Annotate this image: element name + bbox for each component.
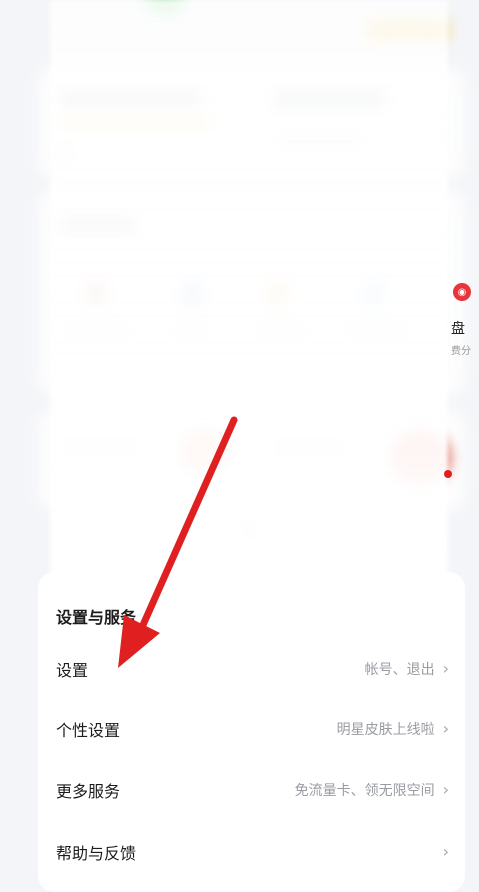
row-more-services[interactable]: 更多服务 免流量卡、领无限空间 › [38,765,465,815]
row-right: › [435,844,449,860]
peek-label: 盘 [451,321,465,337]
red-badge-icon: ◉ [453,283,471,301]
row-settings[interactable]: 设置 帐号、退出 › [38,644,465,694]
row-help-feedback[interactable]: 帮助与反馈 › [38,827,465,877]
screen-veil [50,0,448,580]
row-label: 个性设置 [56,721,121,740]
row-label: 帮助与反馈 [56,844,137,863]
row-sub: 明星皮肤上线啦 [336,722,435,738]
settings-services-card: 设置与服务 设置 帐号、退出 › 个性设置 明星皮肤上线啦 › 更多服务 免流量… [38,572,465,892]
row-right: 明星皮肤上线啦 › [337,719,449,739]
row-label: 设置 [56,661,89,680]
peek-red-dot [444,470,452,478]
chevron-right-icon: › [442,659,449,678]
row-sub: 帐号、退出 [364,662,435,678]
peek-sub: 费分 [451,346,471,357]
chevron-right-icon: › [442,719,449,738]
row-personalization[interactable]: 个性设置 明星皮肤上线啦 › [38,704,465,754]
row-sub: 免流量卡、领无限空间 [294,783,435,799]
row-right: 帐号、退出 › [365,659,449,679]
chevron-right-icon: › [442,780,449,799]
section-title: 设置与服务 [56,608,137,627]
row-right: 免流量卡、领无限空间 › [295,780,449,800]
row-label: 更多服务 [56,782,121,801]
chevron-right-icon: › [442,842,449,861]
